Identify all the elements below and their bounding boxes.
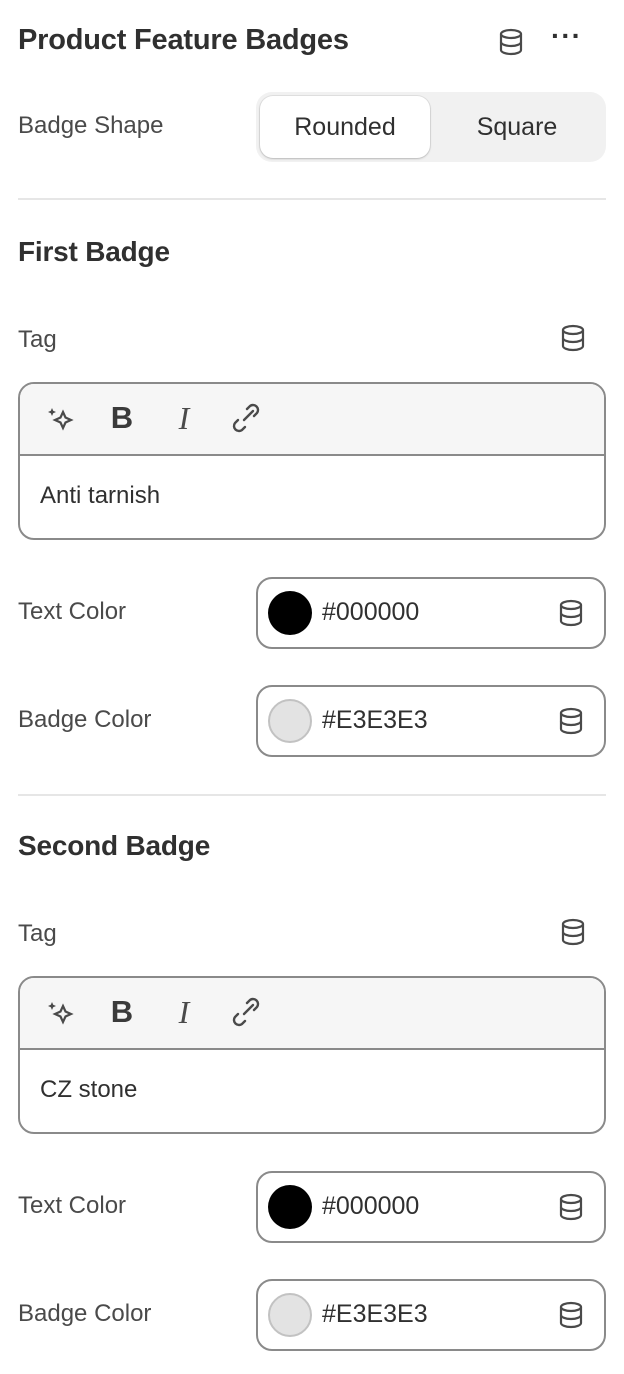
- color-swatch[interactable]: [268, 699, 312, 743]
- badge-shape-row: Badge Shape Rounded Square: [18, 92, 606, 162]
- text-color-field[interactable]: #000000: [256, 1171, 606, 1243]
- database-icon[interactable]: [560, 324, 586, 352]
- editor-toolbar: B I: [20, 384, 604, 456]
- color-swatch[interactable]: [268, 1293, 312, 1337]
- italic-icon[interactable]: I: [168, 992, 200, 1032]
- second-badge-color-row: Badge Color #E3E3E3: [18, 1279, 606, 1351]
- first-tag-row: Tag: [18, 324, 606, 358]
- link-icon[interactable]: [226, 992, 266, 1032]
- database-icon[interactable]: [560, 918, 586, 946]
- text-color-label: Text Color: [18, 598, 127, 625]
- color-hex-value[interactable]: #E3E3E3: [322, 1300, 428, 1329]
- more-horizontal-icon[interactable]: ···: [551, 20, 582, 52]
- badge-color-field[interactable]: #E3E3E3: [256, 685, 606, 757]
- badge-shape-segmented-control: Rounded Square: [256, 92, 606, 162]
- magic-icon[interactable]: [42, 992, 78, 1032]
- first-badge-color-row: Badge Color #E3E3E3: [18, 685, 606, 757]
- second-text-color-row: Text Color #000000: [18, 1171, 606, 1243]
- color-hex-value[interactable]: #E3E3E3: [322, 706, 428, 735]
- text-color-field[interactable]: #000000: [256, 577, 606, 649]
- text-color-label: Text Color: [18, 1192, 127, 1219]
- panel-header: Product Feature Badges ···: [18, 20, 606, 62]
- badge-color-label: Badge Color: [18, 1300, 152, 1327]
- database-icon[interactable]: [558, 707, 584, 735]
- italic-icon[interactable]: I: [168, 398, 200, 438]
- first-tag-editor[interactable]: B I Anti tarnish: [18, 382, 606, 540]
- shape-option-rounded[interactable]: Rounded: [260, 96, 430, 158]
- bold-icon[interactable]: B: [106, 398, 138, 438]
- database-icon[interactable]: [558, 599, 584, 627]
- first-tag-text[interactable]: Anti tarnish: [40, 482, 160, 510]
- color-swatch[interactable]: [268, 591, 312, 635]
- first-badge-title: First Badge: [18, 236, 170, 267]
- magic-icon[interactable]: [42, 398, 78, 438]
- first-tag-label: Tag: [18, 326, 57, 353]
- editor-toolbar: B I: [20, 978, 604, 1050]
- second-badge-title: Second Badge: [18, 830, 211, 861]
- database-icon[interactable]: [558, 1301, 584, 1329]
- shape-option-square[interactable]: Square: [432, 96, 602, 158]
- second-tag-text[interactable]: CZ stone: [40, 1076, 137, 1104]
- divider: [18, 198, 606, 200]
- link-icon[interactable]: [226, 398, 266, 438]
- bold-icon[interactable]: B: [106, 992, 138, 1032]
- database-icon[interactable]: [498, 28, 524, 56]
- panel-title: Product Feature Badges: [18, 24, 349, 56]
- database-icon[interactable]: [558, 1193, 584, 1221]
- second-tag-row: Tag: [18, 918, 606, 952]
- badge-color-label: Badge Color: [18, 706, 152, 733]
- color-hex-value[interactable]: #000000: [322, 598, 419, 627]
- badge-shape-label: Badge Shape: [18, 112, 164, 139]
- color-swatch[interactable]: [268, 1185, 312, 1229]
- first-text-color-row: Text Color #000000: [18, 577, 606, 649]
- second-tag-editor[interactable]: B I CZ stone: [18, 976, 606, 1134]
- color-hex-value[interactable]: #000000: [322, 1192, 419, 1221]
- second-tag-label: Tag: [18, 920, 57, 947]
- divider: [18, 794, 606, 796]
- badge-color-field[interactable]: #E3E3E3: [256, 1279, 606, 1351]
